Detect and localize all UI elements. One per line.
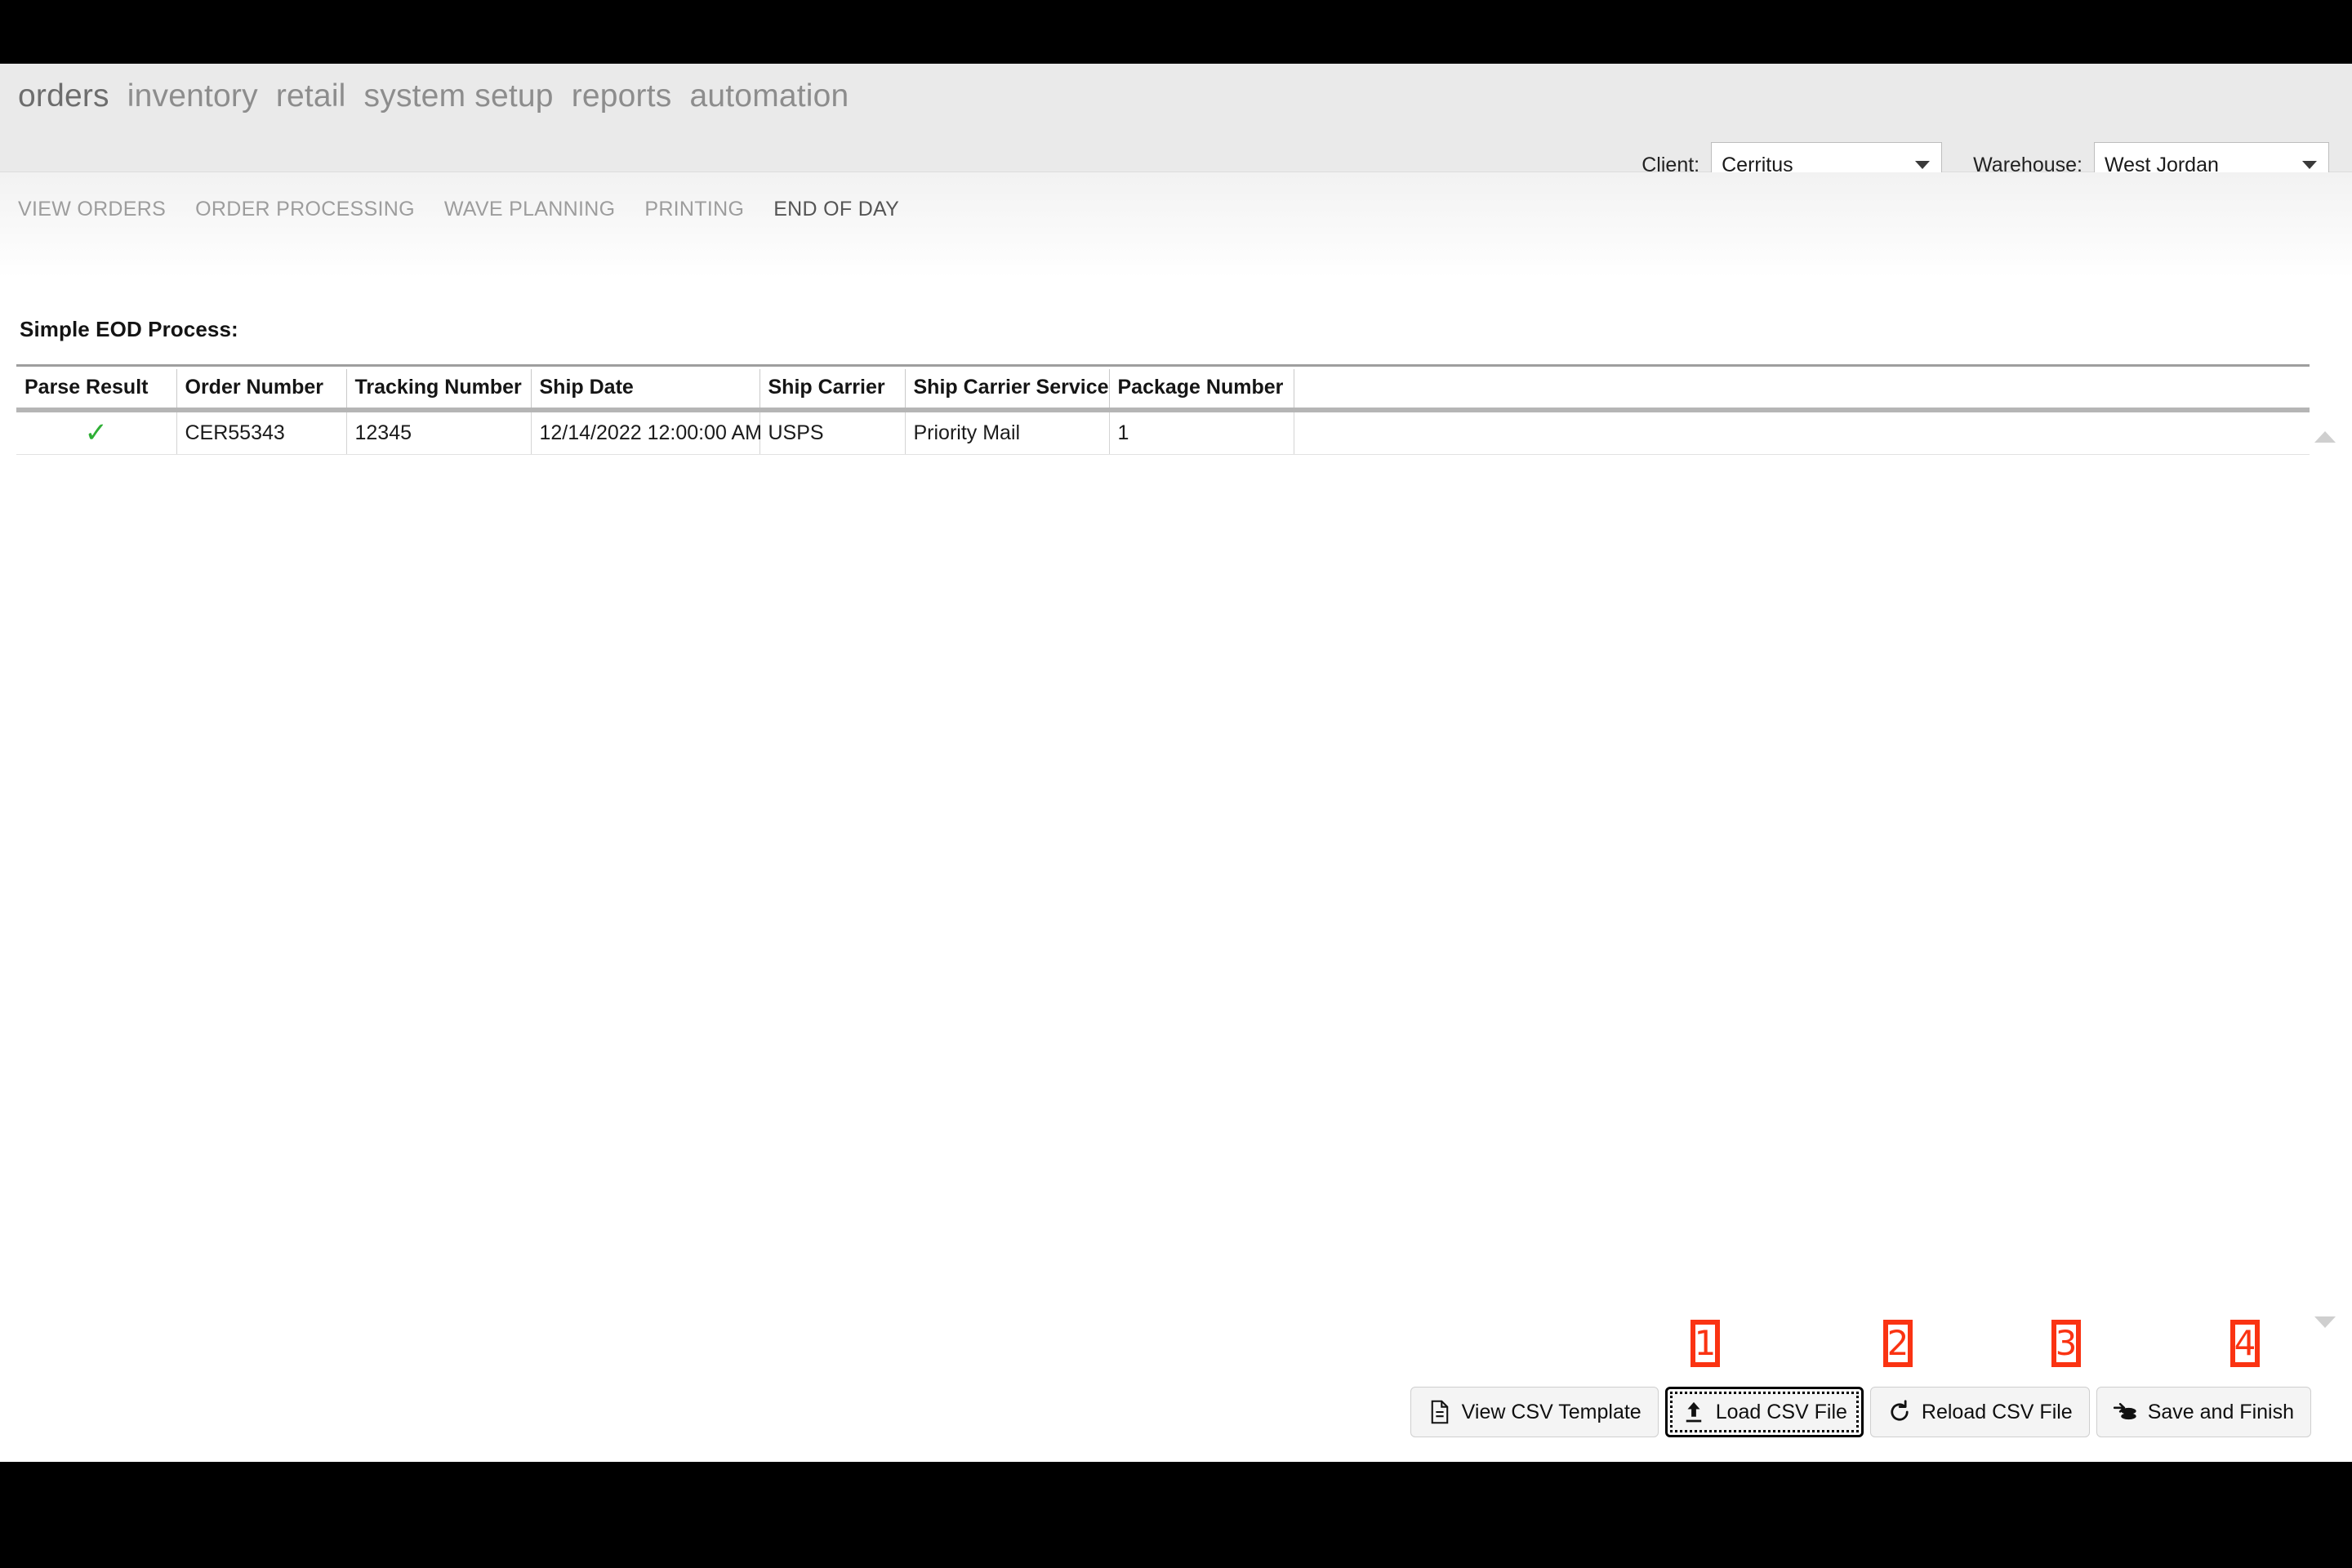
main-nav-inventory[interactable]: inventory [127,75,276,118]
column-header-ship-carrier-service[interactable]: Ship Carrier Service [905,369,1110,412]
column-header-ship-date[interactable]: Ship Date [531,369,760,412]
table-row[interactable]: ✓ CER55343 12345 12/14/2022 12:00:00 AM … [16,410,2310,455]
upload-arrow-icon [1682,1400,1706,1424]
annotation-marker-2: 2 [1883,1320,1913,1367]
sub-nav-end-of-day[interactable]: END OF DAY [773,196,929,222]
column-header-order-number[interactable]: Order Number [176,369,347,412]
database-save-icon [2113,1400,2138,1424]
column-header-tracking-number[interactable]: Tracking Number [346,369,532,412]
sub-navigation: VIEW ORDERS ORDER PROCESSING WAVE PLANNI… [18,196,929,222]
eod-parse-grid: Parse Result Order Number Tracking Numbe… [16,369,2310,455]
load-csv-file-label: Load CSV File [1715,1400,1847,1423]
main-nav-automation[interactable]: automation [689,75,866,118]
cell-ship-date: 12/14/2022 12:00:00 AM [531,410,762,455]
header-gradient [0,172,2352,278]
triangle-down-icon[interactable] [2314,1316,2336,1328]
column-header-package-number[interactable]: Package Number [1109,369,1294,412]
file-document-icon [1428,1400,1452,1424]
table-header-row: Parse Result Order Number Tracking Numbe… [16,369,2310,412]
main-nav-orders[interactable]: orders [18,75,127,118]
app-header: orders inventory retail system setup rep… [0,64,2352,188]
refresh-icon [1887,1400,1912,1424]
annotation-marker-3: 3 [2051,1320,2081,1367]
reload-csv-file-button[interactable]: Reload CSV File [1869,1387,2090,1437]
column-header-filler [1294,369,2310,412]
column-header-parse-result[interactable]: Parse Result [16,369,177,412]
load-csv-file-button[interactable]: Load CSV File [1664,1387,1864,1437]
grid-top-rule [16,364,2310,367]
cell-ship-carrier-service: Priority Mail [905,410,1110,455]
view-csv-template-label: View CSV Template [1461,1400,1642,1423]
check-icon: ✓ [84,417,109,448]
chevron-down-icon [2302,161,2317,169]
cell-order-number: CER55343 [176,410,347,455]
sub-nav-order-processing[interactable]: ORDER PROCESSING [195,196,444,222]
column-header-ship-carrier[interactable]: Ship Carrier [760,369,906,412]
annotation-marker-4: 4 [2230,1320,2260,1367]
sub-nav-view-orders[interactable]: VIEW ORDERS [18,196,195,222]
page-title: Simple EOD Process: [20,317,238,341]
cell-package-number: 1 [1109,410,1294,455]
screenshot-canvas: orders inventory retail system setup rep… [0,0,2352,1568]
application-viewport: orders inventory retail system setup rep… [0,64,2352,1462]
main-nav-reports[interactable]: reports [572,75,690,118]
footer-button-group: View CSV Template Load CSV File Reload C… [1410,1387,2311,1437]
cell-filler [1294,410,2310,455]
footer-action-bar: View CSV Template Load CSV File Reload C… [0,1364,2352,1462]
sub-nav-printing[interactable]: PRINTING [644,196,773,222]
view-csv-template-button[interactable]: View CSV Template [1410,1387,1659,1437]
save-and-finish-label: Save and Finish [2147,1400,2294,1423]
cell-ship-carrier: USPS [760,410,906,455]
main-nav-system-setup[interactable]: system setup [364,75,572,118]
reload-csv-file-label: Reload CSV File [1921,1400,2073,1423]
save-and-finish-button[interactable]: Save and Finish [2096,1387,2311,1437]
annotation-marker-1: 1 [1690,1320,1720,1367]
parse-results-table: Parse Result Order Number Tracking Numbe… [16,369,2310,455]
cell-tracking-number: 12345 [346,410,532,455]
sub-nav-wave-planning[interactable]: WAVE PLANNING [444,196,645,222]
main-nav-retail[interactable]: retail [276,75,364,118]
triangle-up-icon[interactable] [2314,431,2336,443]
cell-parse-result: ✓ [16,410,177,455]
main-navigation: orders inventory retail system setup rep… [18,75,866,118]
chevron-down-icon [1915,161,1931,169]
